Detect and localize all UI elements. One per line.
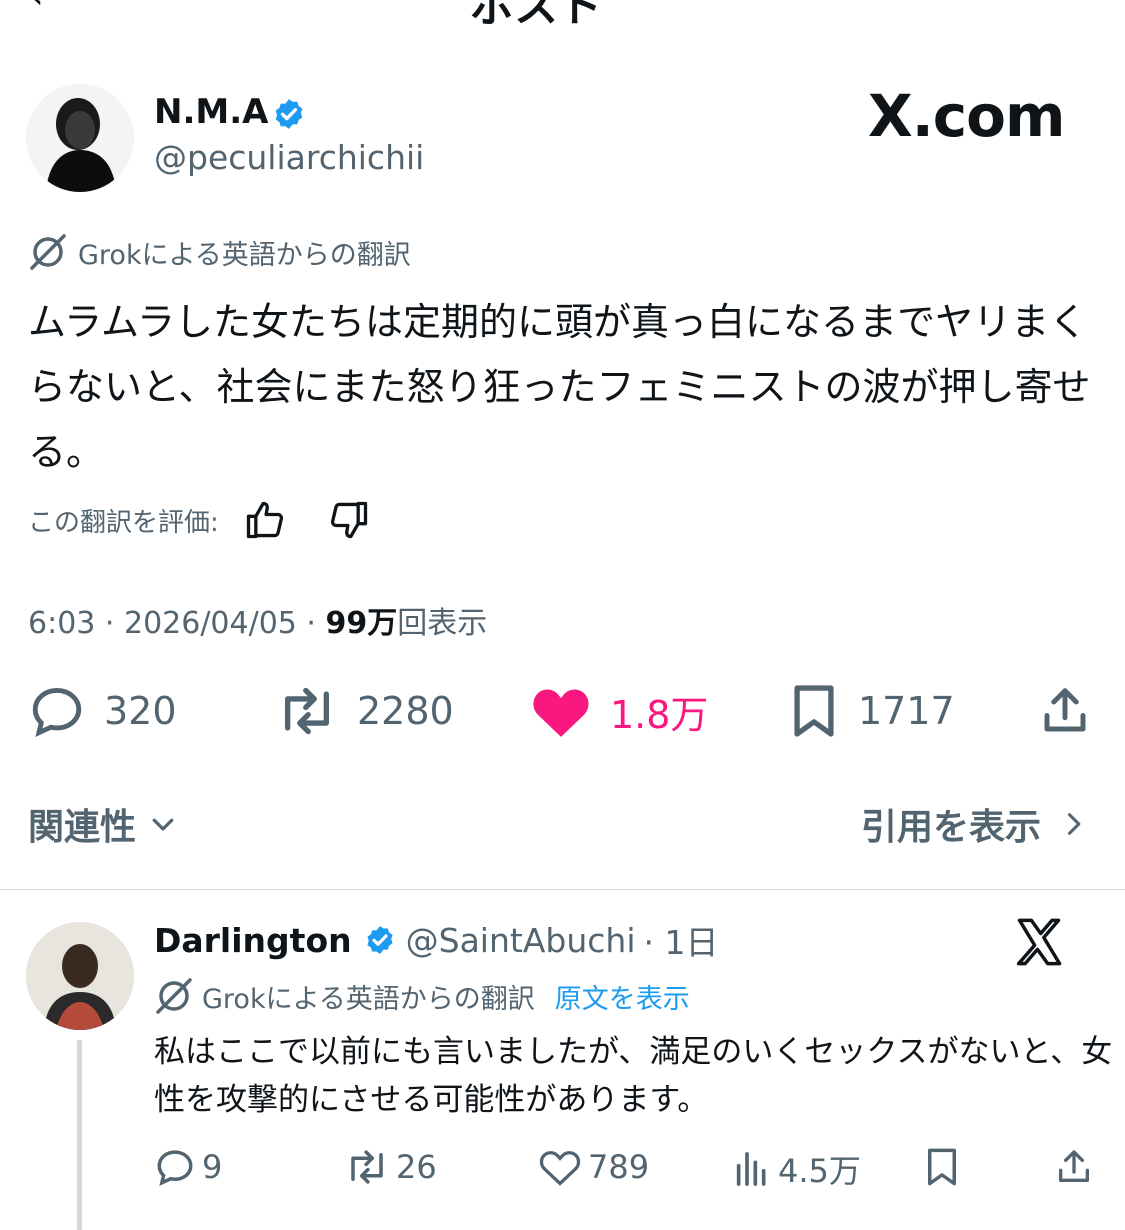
repost-button[interactable]: 2280 xyxy=(275,682,454,740)
like-count: 1.8万 xyxy=(610,692,709,737)
sort-dropdown[interactable]: 関連性 xyxy=(28,798,178,850)
heart-filled-icon xyxy=(533,689,589,737)
post-timestamp[interactable]: 6:03 · 2026/04/05 · xyxy=(28,606,326,641)
chevron-right-icon xyxy=(1067,813,1081,835)
reply-icon xyxy=(157,1150,193,1186)
show-original-link[interactable]: 原文を表示 xyxy=(555,977,690,1016)
page-title: ポスト xyxy=(470,0,602,32)
repost-icon xyxy=(285,687,329,735)
reply-like-button[interactable]: 789 xyxy=(538,1146,649,1188)
quotes-label: 引用を表示 xyxy=(860,807,1041,848)
reply-header: Darlington @SaintAbuchi · 1日 xyxy=(154,916,718,964)
views-label: 回表示 xyxy=(397,606,488,641)
reply-repost-button[interactable]: 26 xyxy=(344,1146,437,1188)
reply-count: 320 xyxy=(104,689,177,733)
thread-line xyxy=(77,1040,82,1230)
reply-author-handle[interactable]: @SaintAbuchi xyxy=(406,921,636,960)
post-text: ムラムラした女たちは定期的に頭が真っ白になるまでヤリまくらないと、社会にまた怒り… xyxy=(28,300,1091,474)
rate-label: この翻訳を評価: xyxy=(28,507,219,538)
verified-badge-icon xyxy=(367,926,393,954)
reply-text: 私はここで以前にも言いましたが、満足のいくセックスがないと、女性を攻撃的にさせる… xyxy=(154,1034,1113,1118)
bookmark-icon xyxy=(794,685,834,737)
grok-icon xyxy=(30,234,66,270)
views-count: 99万 xyxy=(325,606,398,641)
translation-label: Grokによる英語からの翻訳 xyxy=(28,232,411,272)
repost-icon xyxy=(351,1150,383,1184)
rate-translation: この翻訳を評価: xyxy=(28,498,371,542)
chevron-down-icon xyxy=(152,818,174,831)
reply-bookmark-button[interactable] xyxy=(924,1146,966,1188)
back-button[interactable]: ‹ xyxy=(28,0,44,18)
reply-like-count: 789 xyxy=(588,1148,650,1186)
reply-avatar[interactable] xyxy=(26,922,134,1030)
reply-reply-count: 9 xyxy=(202,1148,223,1186)
sort-label: 関連性 xyxy=(28,807,137,848)
x-logo-icon xyxy=(1016,918,1062,966)
reply-timestamp[interactable]: · 1日 xyxy=(643,916,718,964)
avatar[interactable] xyxy=(26,84,134,192)
share-icon xyxy=(1044,688,1086,732)
reply-translation-text: Grokによる英語からの翻訳 xyxy=(202,983,535,1015)
author-name[interactable]: N.M.A xyxy=(154,92,268,132)
heart-icon xyxy=(539,1151,581,1186)
share-button[interactable] xyxy=(1038,682,1110,740)
reply-views-button[interactable]: 4.5万 xyxy=(732,1146,861,1192)
watermark-text: X.com xyxy=(868,82,1065,150)
reply-reply-button[interactable]: 9 xyxy=(154,1146,222,1188)
grok-icon xyxy=(156,978,192,1014)
bookmark-icon xyxy=(928,1148,956,1186)
reply-button[interactable]: 320 xyxy=(28,682,177,740)
analytics-icon xyxy=(736,1152,766,1186)
reply-translation-label: Grokによる英語からの翻訳 原文を表示 xyxy=(154,976,690,1016)
bookmark-count: 1717 xyxy=(858,689,955,733)
repost-count: 2280 xyxy=(357,689,454,733)
verified-badge-icon xyxy=(275,99,303,129)
author-handle[interactable]: @peculiarchichii xyxy=(154,138,424,177)
reply-icon xyxy=(32,688,82,738)
reply-views-count: 4.5万 xyxy=(778,1152,861,1190)
view-quotes-link[interactable]: 引用を表示 xyxy=(861,798,1087,850)
post-meta: 6:03 · 2026/04/05 · 99万回表示 xyxy=(28,598,487,642)
reply-share-button[interactable] xyxy=(1054,1146,1100,1188)
bookmark-button[interactable]: 1717 xyxy=(788,682,955,740)
reply-author-name[interactable]: Darlington xyxy=(154,921,352,960)
divider xyxy=(0,889,1125,890)
like-button[interactable]: 1.8万 xyxy=(530,682,708,740)
translation-label-text: Grokによる英語からの翻訳 xyxy=(78,239,411,271)
reply-repost-count: 26 xyxy=(396,1148,437,1186)
share-icon xyxy=(1059,1150,1089,1182)
thumbs-up-icon[interactable] xyxy=(243,498,287,542)
thumbs-down-icon[interactable] xyxy=(327,498,371,542)
